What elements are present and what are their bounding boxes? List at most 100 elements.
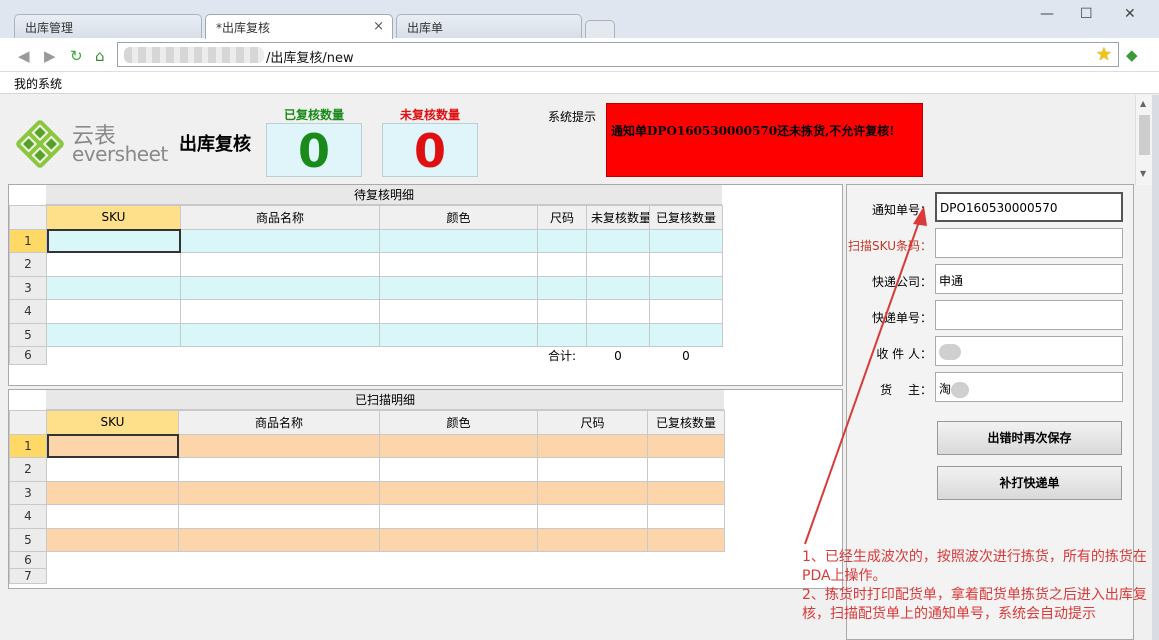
color-cell[interactable] [379, 504, 538, 529]
owner-input[interactable]: 淘 [935, 372, 1123, 402]
product-name-cell[interactable] [180, 322, 380, 347]
product-name-cell[interactable] [178, 504, 380, 529]
table-row[interactable]: 4 [9, 504, 725, 529]
table-row[interactable]: 5 [9, 527, 725, 552]
column-header-sku[interactable]: SKU [46, 410, 179, 435]
sku-cell[interactable] [46, 480, 179, 505]
size-cell[interactable] [537, 457, 648, 482]
color-cell[interactable] [379, 322, 538, 347]
color-cell[interactable] [379, 252, 538, 277]
product-name-cell[interactable] [178, 527, 380, 552]
unreviewed-qty-cell[interactable] [586, 322, 650, 347]
new-tab-button[interactable] [585, 20, 615, 38]
size-cell[interactable] [537, 252, 587, 277]
size-cell[interactable] [537, 275, 587, 300]
reviewed-qty-cell[interactable] [647, 527, 725, 552]
scan-sku-input[interactable] [935, 228, 1123, 258]
sku-cell[interactable] [46, 527, 179, 552]
reviewed-qty-cell[interactable] [647, 504, 725, 529]
column-header-size[interactable]: 尺码 [537, 205, 587, 230]
refresh-icon[interactable]: ↻ [70, 47, 83, 65]
sku-cell[interactable] [46, 433, 179, 458]
color-cell[interactable] [379, 457, 538, 482]
sku-cell[interactable] [46, 299, 181, 324]
product-name-cell[interactable] [178, 480, 380, 505]
save-again-button[interactable]: 出错时再次保存 [937, 421, 1122, 455]
address-bar[interactable]: /出库复核/new ★ [117, 42, 1119, 67]
scroll-up-icon[interactable]: ▲ [1140, 99, 1146, 108]
table-row[interactable]: 5 [9, 322, 723, 347]
sku-cell[interactable] [46, 504, 179, 529]
receiver-input[interactable] [935, 336, 1123, 366]
unreviewed-qty-cell[interactable] [586, 299, 650, 324]
reviewed-qty-cell[interactable] [647, 433, 725, 458]
table-row[interactable]: 7 [9, 568, 725, 584]
unreviewed-qty-cell[interactable] [586, 228, 650, 253]
table-row[interactable]: 3 [9, 480, 725, 505]
maximize-icon[interactable]: ☐ [1080, 6, 1093, 22]
tab-outbound-management[interactable]: 出库管理 [14, 14, 202, 38]
express-no-input[interactable] [935, 300, 1123, 330]
column-header-product-name[interactable]: 商品名称 [180, 205, 380, 230]
product-name-cell[interactable] [180, 252, 380, 277]
column-header-reviewed-qty[interactable]: 已复核数量 [647, 410, 725, 435]
size-cell[interactable] [537, 299, 587, 324]
reviewed-qty-cell[interactable] [649, 299, 723, 324]
vertical-scrollbar[interactable]: ▲ ▼ [1135, 95, 1152, 185]
size-cell[interactable] [537, 433, 648, 458]
notice-no-input[interactable]: DPO160530000570 [935, 192, 1123, 222]
tab-outbound-review[interactable]: *出库复核 × [205, 14, 393, 39]
size-cell[interactable] [537, 527, 648, 552]
column-header-product-name[interactable]: 商品名称 [178, 410, 380, 435]
extension-icon[interactable]: ◆ [1126, 46, 1138, 64]
reviewed-qty-cell[interactable] [649, 228, 723, 253]
color-cell[interactable] [379, 275, 538, 300]
column-header-size[interactable]: 尺码 [537, 410, 648, 435]
back-icon[interactable]: ◀ [18, 47, 30, 65]
sku-cell[interactable] [46, 228, 181, 253]
scroll-down-icon[interactable]: ▼ [1140, 169, 1146, 178]
bookmark-my-system[interactable]: 我的系统 [14, 75, 62, 92]
product-name-cell[interactable] [178, 433, 380, 458]
column-header-color[interactable]: 颜色 [379, 205, 538, 230]
product-name-cell[interactable] [180, 299, 380, 324]
reviewed-qty-cell[interactable] [647, 480, 725, 505]
unreviewed-qty-cell[interactable] [586, 252, 650, 277]
reviewed-qty-cell[interactable] [649, 252, 723, 277]
reviewed-qty-cell[interactable] [649, 322, 723, 347]
table-row[interactable]: 3 [9, 275, 723, 300]
column-header-unreviewed-qty[interactable]: 未复核数量 [586, 205, 650, 230]
sku-cell[interactable] [46, 275, 181, 300]
home-icon[interactable]: ⌂ [95, 47, 105, 65]
table-row[interactable]: 2 [9, 252, 723, 277]
color-cell[interactable] [379, 527, 538, 552]
close-window-icon[interactable]: ✕ [1124, 6, 1136, 22]
sku-cell[interactable] [46, 457, 179, 482]
column-header-reviewed-qty[interactable]: 已复核数量 [649, 205, 723, 230]
reprint-express-button[interactable]: 补打快递单 [937, 466, 1122, 500]
unreviewed-qty-cell[interactable] [586, 275, 650, 300]
color-cell[interactable] [379, 299, 538, 324]
sku-cell[interactable] [46, 252, 181, 277]
column-header-color[interactable]: 颜色 [379, 410, 538, 435]
color-cell[interactable] [379, 480, 538, 505]
color-cell[interactable] [379, 433, 538, 458]
tab-outbound-order[interactable]: 出库单 [396, 14, 582, 38]
table-row[interactable]: 1 [9, 433, 725, 458]
minimize-icon[interactable]: — [1040, 6, 1054, 22]
color-cell[interactable] [379, 228, 538, 253]
table-row[interactable]: 2 [9, 457, 725, 482]
express-company-input[interactable]: 申通 [935, 264, 1123, 294]
column-header-sku[interactable]: SKU [46, 205, 181, 230]
table-row[interactable]: 6 [9, 551, 725, 569]
bookmark-star-icon[interactable]: ★ [1096, 44, 1112, 65]
table-row[interactable]: 4 [9, 299, 723, 324]
size-cell[interactable] [537, 504, 648, 529]
size-cell[interactable] [537, 322, 587, 347]
reviewed-qty-cell[interactable] [649, 275, 723, 300]
size-cell[interactable] [537, 480, 648, 505]
size-cell[interactable] [537, 228, 587, 253]
product-name-cell[interactable] [180, 275, 380, 300]
scroll-thumb[interactable] [1139, 115, 1150, 155]
reviewed-qty-cell[interactable] [647, 457, 725, 482]
